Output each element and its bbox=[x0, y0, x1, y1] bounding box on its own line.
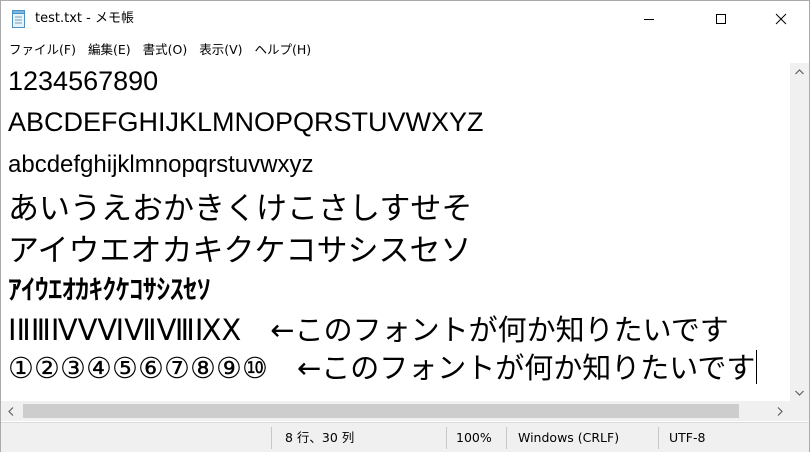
maximize-button[interactable] bbox=[698, 1, 744, 37]
notepad-window: test.txt - メモ帳 ファイル(F) 編集(E) 書式(O) 表示(V)… bbox=[0, 0, 810, 452]
close-button[interactable] bbox=[758, 1, 804, 37]
minimize-button[interactable] bbox=[626, 1, 672, 37]
close-icon bbox=[775, 13, 787, 25]
status-separator bbox=[506, 427, 507, 449]
status-line-ending: Windows (CRLF) bbox=[518, 430, 620, 445]
menu-help[interactable]: ヘルプ(H) bbox=[249, 39, 318, 61]
text-line-8-content: ①②③④⑤⑥⑦⑧⑨⑩ ←このフォントが何か知りたいです bbox=[8, 351, 756, 385]
chevron-up-icon bbox=[795, 68, 804, 74]
menu-file[interactable]: ファイル(F) bbox=[3, 39, 82, 61]
text-line-1: 1234567890 bbox=[8, 66, 159, 96]
text-line-2: ABCDEFGHIJKLMNOPQRSTUVWXYZ bbox=[8, 107, 484, 137]
horizontal-scrollbar[interactable] bbox=[1, 401, 790, 421]
window-title: test.txt - メモ帳 bbox=[35, 11, 134, 26]
menu-edit[interactable]: 編集(E) bbox=[82, 39, 137, 61]
minimize-icon bbox=[644, 19, 654, 20]
maximize-icon bbox=[716, 14, 726, 24]
text-line-7: ⅠⅡⅢⅣⅤⅥⅦⅧⅨⅩ ←このフォントが何か知りたいです bbox=[8, 313, 729, 347]
text-line-8: ①②③④⑤⑥⑦⑧⑨⑩ ←このフォントが何か知りたいです bbox=[8, 345, 758, 387]
scroll-down-button[interactable] bbox=[790, 384, 809, 401]
scroll-left-button[interactable] bbox=[1, 401, 21, 421]
menu-format[interactable]: 書式(O) bbox=[137, 39, 194, 61]
status-zoom: 100% bbox=[456, 430, 492, 445]
title-bar[interactable]: test.txt - メモ帳 bbox=[1, 1, 809, 37]
scroll-right-button[interactable] bbox=[770, 401, 790, 421]
scroll-up-button[interactable] bbox=[790, 63, 809, 80]
menu-bar: ファイル(F) 編集(E) 書式(O) 表示(V) ヘルプ(H) bbox=[1, 39, 809, 61]
notepad-icon bbox=[11, 10, 27, 28]
text-editor[interactable]: 1234567890 ABCDEFGHIJKLMNOPQRSTUVWXYZ ab… bbox=[1, 63, 790, 401]
status-encoding: UTF-8 bbox=[669, 430, 706, 445]
text-line-5: アイウエオカキクケコサシスセソ bbox=[8, 233, 472, 269]
text-line-6: ｱｲｳｴｵｶｷｸｹｺｻｼｽｾｿ bbox=[8, 275, 211, 306]
scrollbar-corner bbox=[790, 401, 809, 421]
text-caret bbox=[756, 350, 758, 384]
vertical-scrollbar[interactable] bbox=[790, 63, 809, 401]
chevron-down-icon bbox=[795, 390, 804, 396]
chevron-right-icon bbox=[777, 406, 783, 416]
chevron-left-icon bbox=[8, 406, 14, 416]
text-line-4: あいうえおかきくけこさしすせそ bbox=[8, 191, 473, 227]
status-bar: 8 行、30 列 100% Windows (CRLF) UTF-8 bbox=[1, 422, 809, 452]
horizontal-scroll-thumb[interactable] bbox=[23, 404, 739, 418]
status-cursor-position: 8 行、30 列 bbox=[285, 430, 355, 445]
text-line-3: abcdefghijklmnopqrstuvwxyz bbox=[8, 151, 314, 178]
menu-view[interactable]: 表示(V) bbox=[193, 39, 248, 61]
status-separator bbox=[271, 427, 272, 449]
